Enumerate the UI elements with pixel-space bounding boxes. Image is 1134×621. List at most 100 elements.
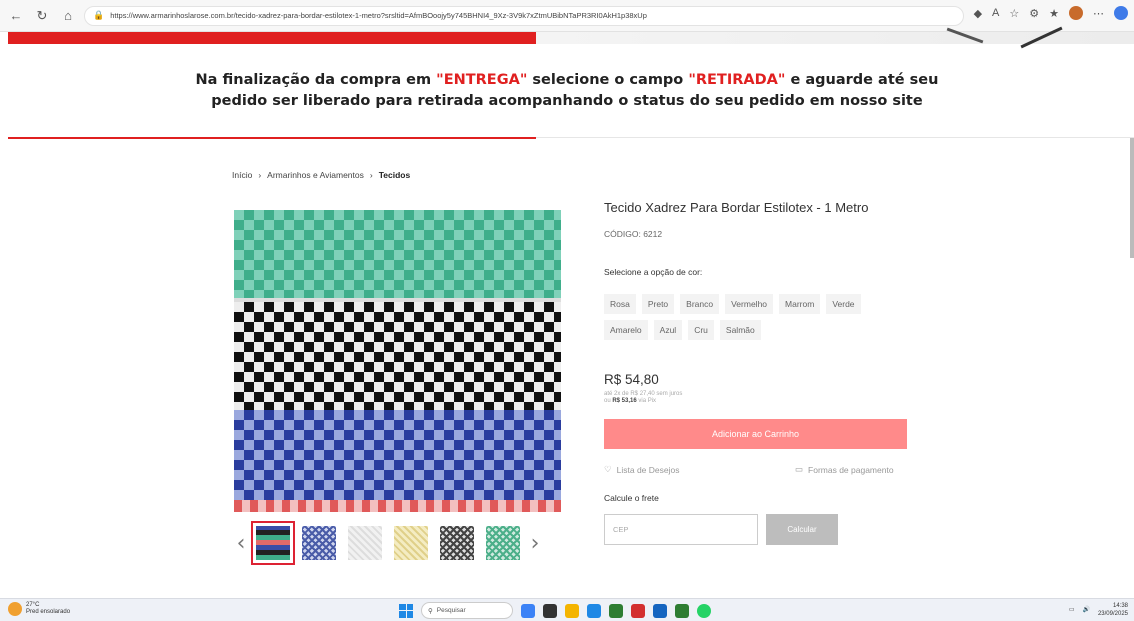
thumbnail[interactable] bbox=[251, 521, 295, 565]
fabric-red bbox=[234, 500, 561, 512]
color-option-verde[interactable]: Verde bbox=[826, 294, 861, 314]
spreadsheet-app-icon[interactable] bbox=[609, 603, 623, 618]
chevron-right-icon[interactable]: › bbox=[526, 531, 544, 556]
weather-text: Pred ensolarado bbox=[26, 609, 71, 615]
browser-extension-icon[interactable]: ⚙ bbox=[1029, 7, 1039, 20]
task-view-icon[interactable] bbox=[543, 603, 557, 618]
volume-icon[interactable]: 🔊 bbox=[1082, 606, 1089, 614]
color-option-cru[interactable]: Cru bbox=[688, 320, 714, 340]
favorites-icon[interactable]: ★ bbox=[1049, 7, 1059, 20]
banner-red-bar bbox=[8, 32, 536, 44]
temperature: 27°C bbox=[26, 602, 40, 608]
payment-methods-link[interactable]: ▭ Formas de pagamento bbox=[795, 464, 894, 475]
color-option-vermelho[interactable]: Vermelho bbox=[725, 294, 774, 314]
divider bbox=[536, 137, 1134, 138]
thumbnail[interactable] bbox=[486, 526, 520, 560]
product-title: Tecido Xadrez Para Bordar Estilotex - 1 … bbox=[604, 200, 869, 215]
network-icon[interactable]: ▭ bbox=[1069, 606, 1075, 614]
thumbnail-carousel: ‹ › bbox=[232, 521, 562, 565]
calculate-button[interactable]: Calcular bbox=[766, 514, 838, 545]
profile-avatar[interactable] bbox=[1069, 6, 1083, 20]
cep-input[interactable]: CEP bbox=[604, 514, 758, 545]
copilot-app-icon[interactable] bbox=[521, 603, 535, 618]
system-tray: ▭ 🔊 14:38 23/09/2025 bbox=[1069, 602, 1128, 618]
edge-icon[interactable] bbox=[587, 603, 601, 618]
color-option-azul[interactable]: Azul bbox=[653, 320, 683, 340]
heart-icon: ♡ bbox=[604, 464, 612, 474]
more-icon[interactable]: ⋯ bbox=[1093, 7, 1104, 20]
fabric-black bbox=[234, 302, 561, 410]
notice-retirada: "RETIRADA" bbox=[688, 72, 786, 88]
payment-label: Formas de pagamento bbox=[808, 464, 894, 475]
breadcrumb-separator: › bbox=[369, 170, 373, 180]
extension-icon[interactable]: ◆ bbox=[974, 7, 982, 20]
divider bbox=[8, 137, 536, 139]
pix-price: ou R$ 53,16 via Pix bbox=[604, 398, 682, 405]
read-aloud-icon[interactable]: A bbox=[992, 7, 999, 19]
thumbnail[interactable] bbox=[302, 526, 336, 560]
copilot-icon[interactable] bbox=[1114, 6, 1128, 20]
whatsapp-icon[interactable] bbox=[697, 603, 711, 618]
sun-icon bbox=[8, 602, 22, 616]
color-option-rosa[interactable]: Rosa bbox=[604, 294, 636, 314]
color-select-label: Selecione a opção de cor: bbox=[604, 267, 703, 277]
breadcrumb-home[interactable]: Início bbox=[232, 170, 252, 180]
browser-toolbar: ← ↻ ⌂ 🔒 https://www.armarinhoslarose.com… bbox=[0, 0, 1134, 32]
color-option-preto[interactable]: Preto bbox=[641, 294, 675, 314]
color-options: Rosa Preto Branco Vermelho Marrom Verde … bbox=[604, 294, 904, 340]
pix-suffix: via Pix bbox=[636, 398, 657, 404]
thumbnail[interactable] bbox=[348, 526, 382, 560]
file-explorer-icon[interactable] bbox=[565, 603, 579, 618]
breadcrumb: Início › Armarinhos e Aviamentos › Tecid… bbox=[232, 170, 410, 180]
notice-entrega: "ENTREGA" bbox=[436, 72, 528, 88]
credit-card-icon: ▭ bbox=[795, 464, 804, 474]
notice-text: selecione o campo bbox=[527, 72, 689, 88]
store-app-icon[interactable] bbox=[653, 603, 667, 618]
notice-text: Na finalização da compra em bbox=[195, 72, 437, 88]
pickup-notice: Na finalização da compra em "ENTREGA" se… bbox=[0, 70, 1134, 112]
lock-icon: 🔒 bbox=[93, 10, 105, 20]
breadcrumb-separator: › bbox=[258, 170, 262, 180]
fabric-green bbox=[234, 210, 561, 298]
product-price: R$ 54,80 bbox=[604, 372, 659, 387]
scrollbar[interactable] bbox=[1130, 138, 1134, 258]
breadcrumb-current[interactable]: Tecidos bbox=[379, 170, 411, 180]
pix-value: R$ 53,16 bbox=[612, 398, 637, 404]
installments-info: até 2x de R$ 27,40 sem juros ou R$ 53,16… bbox=[604, 391, 682, 405]
excel-app-icon[interactable] bbox=[675, 603, 689, 618]
address-bar[interactable]: 🔒 https://www.armarinhoslarose.com.br/te… bbox=[84, 5, 964, 26]
url-text: https://www.armarinhoslarose.com.br/teci… bbox=[110, 11, 647, 20]
color-option-salmao[interactable]: Salmão bbox=[719, 320, 761, 340]
search-icon: ⚲ bbox=[428, 607, 433, 615]
add-to-cart-button[interactable]: Adicionar ao Carrinho bbox=[604, 419, 907, 449]
back-icon[interactable]: ← bbox=[6, 6, 26, 26]
weather-widget[interactable]: 27°C Pred ensolarado bbox=[8, 602, 70, 616]
windows-start-icon[interactable] bbox=[399, 603, 413, 618]
product-code: CÓDIGO: 6212 bbox=[604, 229, 663, 239]
notice-line2: pedido ser liberado para retirada acompa… bbox=[211, 93, 923, 109]
pdf-app-icon[interactable] bbox=[631, 603, 645, 618]
breadcrumb-category[interactable]: Armarinhos e Aviamentos bbox=[267, 170, 364, 180]
chevron-left-icon[interactable]: ‹ bbox=[232, 531, 250, 556]
clock-time[interactable]: 14:38 bbox=[1098, 602, 1128, 610]
search-label: Pesquisar bbox=[436, 607, 466, 614]
refresh-icon[interactable]: ↻ bbox=[32, 6, 52, 26]
favorite-icon[interactable]: ☆ bbox=[1009, 7, 1019, 20]
color-option-marrom[interactable]: Marrom bbox=[779, 294, 821, 314]
notice-text: e aguarde até seu bbox=[785, 72, 939, 88]
taskbar-search[interactable]: ⚲ Pesquisar bbox=[421, 602, 513, 619]
thumbnail[interactable] bbox=[394, 526, 428, 560]
wishlist-link[interactable]: ♡ Lista de Desejos bbox=[604, 464, 679, 475]
thumbnail[interactable] bbox=[440, 526, 474, 560]
top-banner bbox=[0, 26, 1134, 49]
fabric-blue bbox=[234, 410, 561, 500]
product-image[interactable] bbox=[234, 210, 561, 512]
installments-text: até 2x de R$ 27,40 sem juros bbox=[604, 391, 683, 397]
shipping-label: Calcule o frete bbox=[604, 493, 659, 503]
color-option-amarelo[interactable]: Amarelo bbox=[604, 320, 648, 340]
color-option-branco[interactable]: Branco bbox=[680, 294, 720, 314]
home-icon[interactable]: ⌂ bbox=[58, 6, 78, 26]
clock-date[interactable]: 23/09/2025 bbox=[1098, 610, 1128, 618]
wishlist-label: Lista de Desejos bbox=[616, 464, 680, 475]
windows-taskbar: 27°C Pred ensolarado ⚲ Pesquisar ▭ 🔊 14:… bbox=[0, 598, 1134, 621]
